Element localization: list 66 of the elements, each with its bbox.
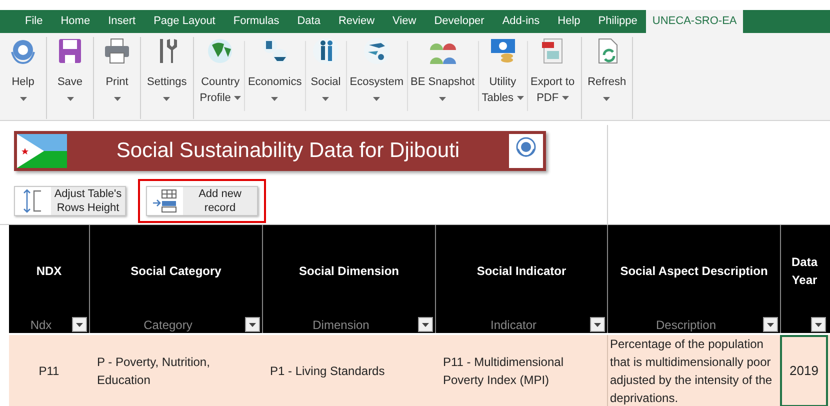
- column-header: Social Indicator: [476, 262, 566, 280]
- banner-title: Social Sustainability Data for Djibouti: [115, 138, 461, 164]
- ribbon-button[interactable]: Help: [3, 37, 43, 101]
- ribbon-button[interactable]: Settings: [144, 37, 190, 101]
- filter-dropdown-button[interactable]: [418, 317, 433, 332]
- ribbon-tab[interactable]: Home: [52, 10, 100, 33]
- resize-icon: [22, 188, 44, 214]
- add-row-icon: [152, 188, 178, 214]
- table-cell-text: P11: [38, 363, 60, 380]
- flag-icon: [17, 134, 67, 168]
- column-header: NDX: [36, 262, 62, 280]
- ribbon-button[interactable]: Economics: [244, 37, 305, 101]
- ribbon-tab[interactable]: Developer: [425, 10, 494, 33]
- ribbon-tab[interactable]: Data: [288, 10, 330, 33]
- filter-dropdown-button[interactable]: [245, 317, 260, 332]
- ribbon-tab[interactable]: File: [16, 10, 52, 33]
- column-header: Social Dimension: [298, 262, 400, 280]
- column-header: Data Year: [790, 254, 819, 288]
- caret-icon: [76, 322, 83, 326]
- filter-dropdown-button[interactable]: [811, 317, 826, 332]
- ribbon-tab[interactable]: Help: [548, 10, 590, 33]
- table-cell-text: P1 - Living Standards: [269, 363, 386, 380]
- filter-label: Dimension: [312, 316, 370, 334]
- ribbon-button[interactable]: Refresh: [584, 37, 630, 101]
- column-header: Social Aspect Description: [620, 262, 768, 280]
- table-cell-text: P - Poverty, Nutrition, Education: [96, 354, 211, 389]
- ribbon-tab[interactable]: Philippe: [589, 10, 646, 33]
- ribbon-button[interactable]: Print: [97, 37, 137, 101]
- filter-dropdown-button[interactable]: [763, 317, 778, 332]
- save-icon: [56, 37, 84, 65]
- ribbon-tab[interactable]: View: [384, 10, 426, 33]
- ribbon-tab[interactable]: Page Layout: [144, 10, 224, 33]
- globe-icon: [206, 37, 234, 65]
- ribbon-tab[interactable]: Add-ins: [493, 10, 549, 33]
- table-cell: 2019: [780, 335, 828, 406]
- caret-icon: [815, 322, 822, 326]
- ribbon-tab[interactable]: Review: [329, 10, 384, 33]
- caret-icon: [422, 322, 429, 326]
- column-header: Social Category: [130, 262, 222, 280]
- filter-label: Category: [142, 316, 194, 334]
- ribbon-tab[interactable]: Insert: [99, 10, 145, 33]
- ribbon-tab[interactable]: Formulas: [224, 10, 288, 33]
- filter-dropdown-button[interactable]: [72, 317, 87, 332]
- filter-label: Ndx: [29, 316, 53, 334]
- caret-icon: [249, 322, 256, 326]
- table-cell: Percentage of the population that is multidimensionally poor adjusted by the intensity of the deprivations.: [607, 335, 780, 406]
- caret-icon: [594, 322, 601, 326]
- sheet-button[interactable]: Add new record: [146, 186, 258, 216]
- table-cell-text: P11 - Multidimensional Poverty Index (MPI): [442, 354, 564, 389]
- un-emblem-icon: [9, 37, 37, 65]
- filter-dropdown-button[interactable]: [590, 317, 605, 332]
- caret-icon: [767, 322, 774, 326]
- money-icon: [488, 37, 517, 65]
- ribbon-button[interactable]: Export to PDF: [528, 37, 578, 106]
- ribbon-button[interactable]: BE Snapshot: [408, 37, 478, 101]
- un-logo-icon: [509, 134, 543, 168]
- ribbon-button[interactable]: Country Profile: [196, 37, 244, 106]
- filter-label: Description: [654, 316, 718, 334]
- ribbon-button[interactable]: Ecosystem: [346, 37, 407, 101]
- sheet-button[interactable]: Adjust Table's Rows Height: [14, 186, 126, 216]
- ribbon-button[interactable]: Utility Tables: [478, 37, 527, 106]
- ribbon-button[interactable]: Save: [50, 37, 90, 101]
- filter-label: Indicator: [489, 316, 538, 334]
- print-icon: [103, 37, 131, 65]
- ribbon-button[interactable]: Social: [306, 37, 346, 101]
- ribbon-tab[interactable]: UNECA-SRO-EA: [646, 10, 743, 33]
